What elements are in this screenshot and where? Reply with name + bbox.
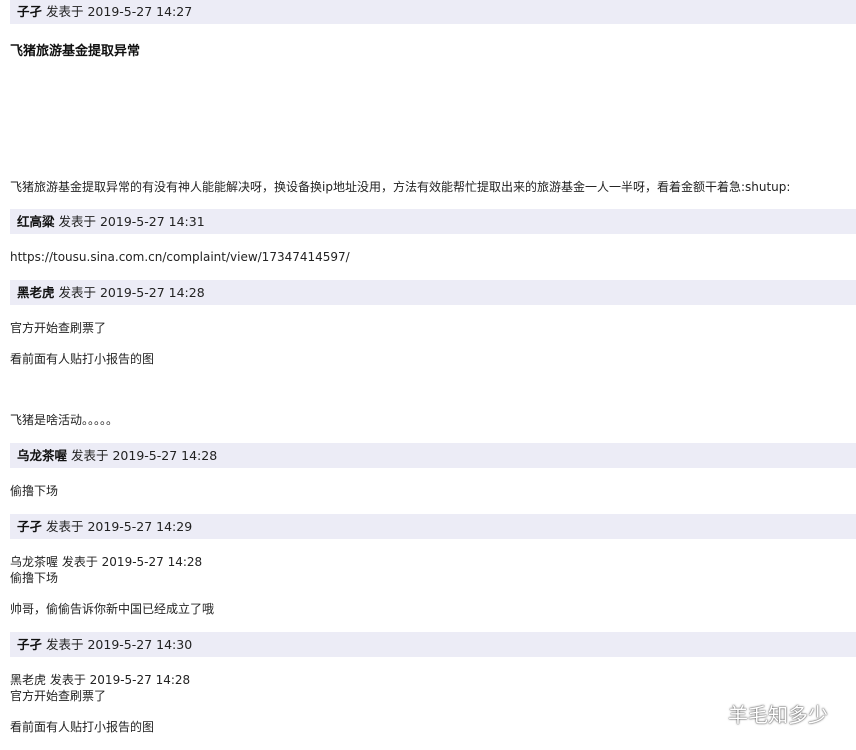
watermark-text: 羊毛知多少 [728, 702, 828, 727]
post-header: 乌龙茶喔 发表于 2019-5-27 14:28 [10, 442, 856, 468]
wechat-icon [690, 701, 720, 725]
post-timestamp: 发表于 2019-5-27 14:31 [58, 214, 205, 229]
post-header: 子孑 发表于 2019-5-27 14:27 [10, 0, 856, 24]
post-timestamp: 发表于 2019-5-27 14:28 [71, 448, 218, 463]
quote-author: 乌龙茶喔 [10, 555, 59, 569]
watermark: 羊毛知多少 [690, 700, 828, 727]
post-header: 子孑 发表于 2019-5-27 14:29 [10, 513, 856, 539]
quote-text: 官方开始查刷票了 [10, 689, 107, 703]
post-author[interactable]: 子孑 [17, 4, 42, 19]
quote-header: 乌龙茶喔 发表于 2019-5-27 14:28 [10, 555, 202, 569]
post-timestamp: 发表于 2019-5-27 14:30 [46, 637, 193, 652]
post-body: 飞猪是啥活动。。。。。 [10, 413, 119, 427]
quote-timestamp: 发表于 2019-5-27 14:28 [49, 673, 191, 687]
quote-author: 黑老虎 [10, 673, 47, 687]
post-body: 飞猪旅游基金提取异常的有没有神人能能解决呀，换设备换ip地址没用，方法有效能帮忙… [10, 180, 791, 194]
post-author[interactable]: 乌龙茶喔 [17, 448, 67, 463]
post-author[interactable]: 红高粱 [17, 214, 55, 229]
post-body: 偷撸下场 [10, 484, 59, 498]
post-author[interactable]: 子孑 [17, 637, 42, 652]
post-body: 看前面有人贴打小报告的图 [10, 352, 155, 366]
post-body: 官方开始查刷票了 [10, 321, 107, 335]
post-author[interactable]: 黑老虎 [17, 285, 55, 300]
post-timestamp: 发表于 2019-5-27 14:27 [46, 4, 193, 19]
post-timestamp: 发表于 2019-5-27 14:29 [46, 519, 193, 534]
post-author[interactable]: 子孑 [17, 519, 42, 534]
post-timestamp: 发表于 2019-5-27 14:28 [58, 285, 205, 300]
quote-timestamp: 发表于 2019-5-27 14:28 [61, 555, 203, 569]
topic-title: 飞猪旅游基金提取异常 [10, 44, 141, 59]
quote-text: 偷撸下场 [10, 571, 59, 585]
quote-header: 黑老虎 发表于 2019-5-27 14:28 [10, 673, 190, 687]
post-link[interactable]: https://tousu.sina.com.cn/complaint/view… [10, 250, 350, 264]
post-body: 帅哥，偷偷告诉你新中国已经成立了哦 [10, 602, 215, 616]
post-header: 红高粱 发表于 2019-5-27 14:31 [10, 208, 856, 234]
post-body: 看前面有人贴打小报告的图 [10, 720, 155, 734]
post-header: 子孑 发表于 2019-5-27 14:30 [10, 631, 856, 657]
post-header: 黑老虎 发表于 2019-5-27 14:28 [10, 279, 856, 305]
